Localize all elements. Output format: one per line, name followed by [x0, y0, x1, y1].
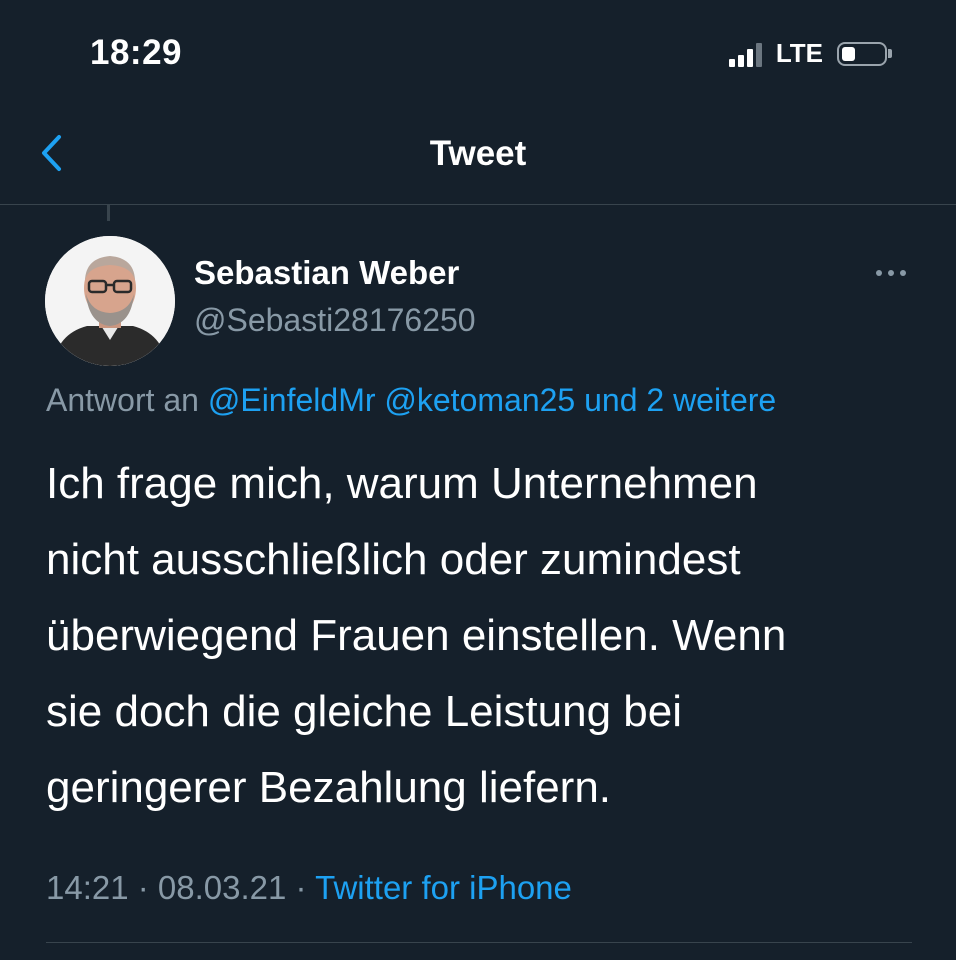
- battery-nub: [888, 49, 892, 58]
- divider: [46, 942, 912, 943]
- reply-mentions-link[interactable]: @EinfeldMr @ketoman25 und 2 weitere: [208, 382, 776, 418]
- reply-prefix: Antwort an: [46, 382, 199, 418]
- status-bar: 18:29 LTE: [0, 0, 956, 110]
- thread-connector-line: [107, 204, 110, 221]
- author-name[interactable]: Sebastian Weber: [194, 254, 459, 292]
- page-title: Tweet: [429, 134, 527, 173]
- battery-icon: [837, 41, 887, 66]
- reply-context: Antwort an @EinfeldMr @ketoman25 und 2 w…: [46, 382, 776, 419]
- signal-icon: [728, 41, 762, 67]
- tweet-meta: 14:21 · 08.03.21 · Twitter for iPhone: [46, 869, 572, 907]
- status-indicators: LTE: [728, 38, 892, 69]
- tweet-source-link[interactable]: Twitter for iPhone: [315, 869, 572, 906]
- more-icon: [876, 270, 906, 276]
- tweet-timestamp: 14:21 · 08.03.21 ·: [46, 869, 307, 906]
- status-time: 18:29: [90, 33, 183, 72]
- network-label: LTE: [775, 38, 823, 68]
- profile-photo: [45, 236, 175, 366]
- author-handle[interactable]: @Sebasti28176250: [194, 302, 476, 339]
- nav-bar: Tweet: [0, 110, 956, 205]
- avatar[interactable]: [45, 236, 175, 366]
- more-options-button[interactable]: [870, 258, 914, 288]
- tweet-text: Ich frage mich, warum Unternehmen nicht …: [46, 459, 787, 812]
